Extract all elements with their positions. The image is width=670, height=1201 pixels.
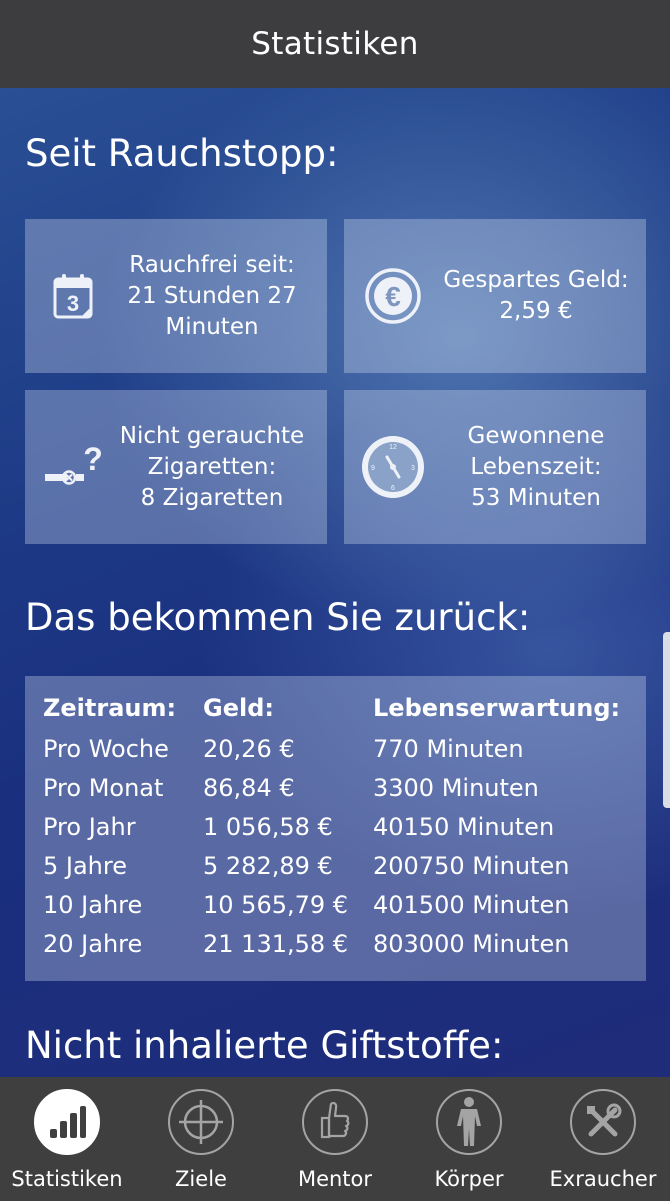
svg-text:3: 3 [411,465,415,472]
nav-label: Ziele [175,1167,227,1191]
card-line: Nicht gerauchte [119,422,305,449]
table-row: 20 Jahre 21 131,58 € 803000 Minuten [43,930,570,958]
card-line: 8 Zigaretten [140,484,284,511]
bar-chart-icon [34,1089,100,1155]
table-row: Pro Jahr 1 056,58 € 40150 Minuten [43,813,555,841]
benefits-table: Zeitraum: Geld: Lebenserwartung: Pro Woc… [25,676,646,981]
question-mark: ? [83,442,103,477]
body-icon [436,1089,502,1155]
table-row: 10 Jahre 10 565,79 € 401500 Minuten [43,891,570,919]
tools-icon [570,1089,636,1155]
nav-item-ex-smoker[interactable]: Exraucher [536,1077,670,1201]
card-line: Rauchfrei seit: [129,251,295,278]
nav-item-body[interactable]: Körper [402,1077,536,1201]
nav-label: Statistiken [11,1167,123,1191]
table-row: Pro Woche 20,26 € 770 Minuten [43,735,524,763]
section-title-since-quit: Seit Rauchstopp: [25,132,339,175]
nav-item-mentor[interactable]: Mentor [268,1077,402,1201]
bottom-navigation: Statistiken Ziele Mentor Körper Exrauche… [0,1077,670,1201]
svg-text:6: 6 [391,485,395,492]
calendar-icon: 3 [39,261,109,331]
euro-icon: € [358,261,428,331]
nav-item-goals[interactable]: Ziele [134,1077,268,1201]
page-title: Statistiken [251,26,419,62]
section-title-toxins: Nicht inhalierte Giftstoffe: [25,1024,504,1067]
calendar-day: 3 [67,291,79,316]
card-line: 21 Stunden 27 [127,282,297,309]
nav-label: Exraucher [549,1167,657,1191]
crosshair-icon [168,1089,234,1155]
card-line: Minuten [165,313,259,340]
card-line: 53 Minuten [471,484,601,511]
card-life-time-gained[interactable]: 12 3 6 9 Gewonnene Lebenszeit: 53 Minute… [344,390,646,544]
card-line: Zigaretten: [147,453,277,480]
table-row: Pro Monat 86,84 € 3300 Minuten [43,774,539,802]
card-smoke-free-since[interactable]: 3 Rauchfrei seit: 21 Stunden 27 Minuten [25,219,327,373]
card-saved-money[interactable]: € Gespartes Geld: 2,59 € [344,219,646,373]
euro-symbol: € [385,281,401,312]
content-area[interactable]: Seit Rauchstopp: 3 Rauchfrei seit: 21 St… [0,88,670,1078]
thumbs-up-icon [302,1089,368,1155]
section-title-benefits: Das bekommen Sie zurück: [25,596,531,639]
app-header: Statistiken [0,0,670,88]
cigarette-question-icon: ? [39,432,109,502]
nav-item-statistics[interactable]: Statistiken [0,1077,134,1201]
svg-text:12: 12 [389,444,397,451]
card-line: Gespartes Geld: [443,267,629,293]
nav-label: Körper [434,1167,504,1191]
card-line: Gewonnene [467,422,605,449]
nav-label: Mentor [297,1167,373,1191]
table-header-row: Zeitraum: Geld: Lebenserwartung: [25,694,646,730]
card-cigarettes-not-smoked[interactable]: ? Nicht gerauchte Zigaretten: 8 Zigarett… [25,390,327,544]
header-money: Geld: [203,694,274,722]
card-line: Lebenszeit: [470,453,602,480]
clock-icon: 12 3 6 9 [358,432,428,502]
table-row: 5 Jahre 5 282,89 € 200750 Minuten [43,852,570,880]
card-line: 2,59 € [499,298,573,324]
header-period: Zeitraum: [43,694,177,722]
svg-text:9: 9 [371,465,375,472]
header-life-expectancy: Lebenserwartung: [373,694,621,722]
scrollbar[interactable] [663,632,670,808]
